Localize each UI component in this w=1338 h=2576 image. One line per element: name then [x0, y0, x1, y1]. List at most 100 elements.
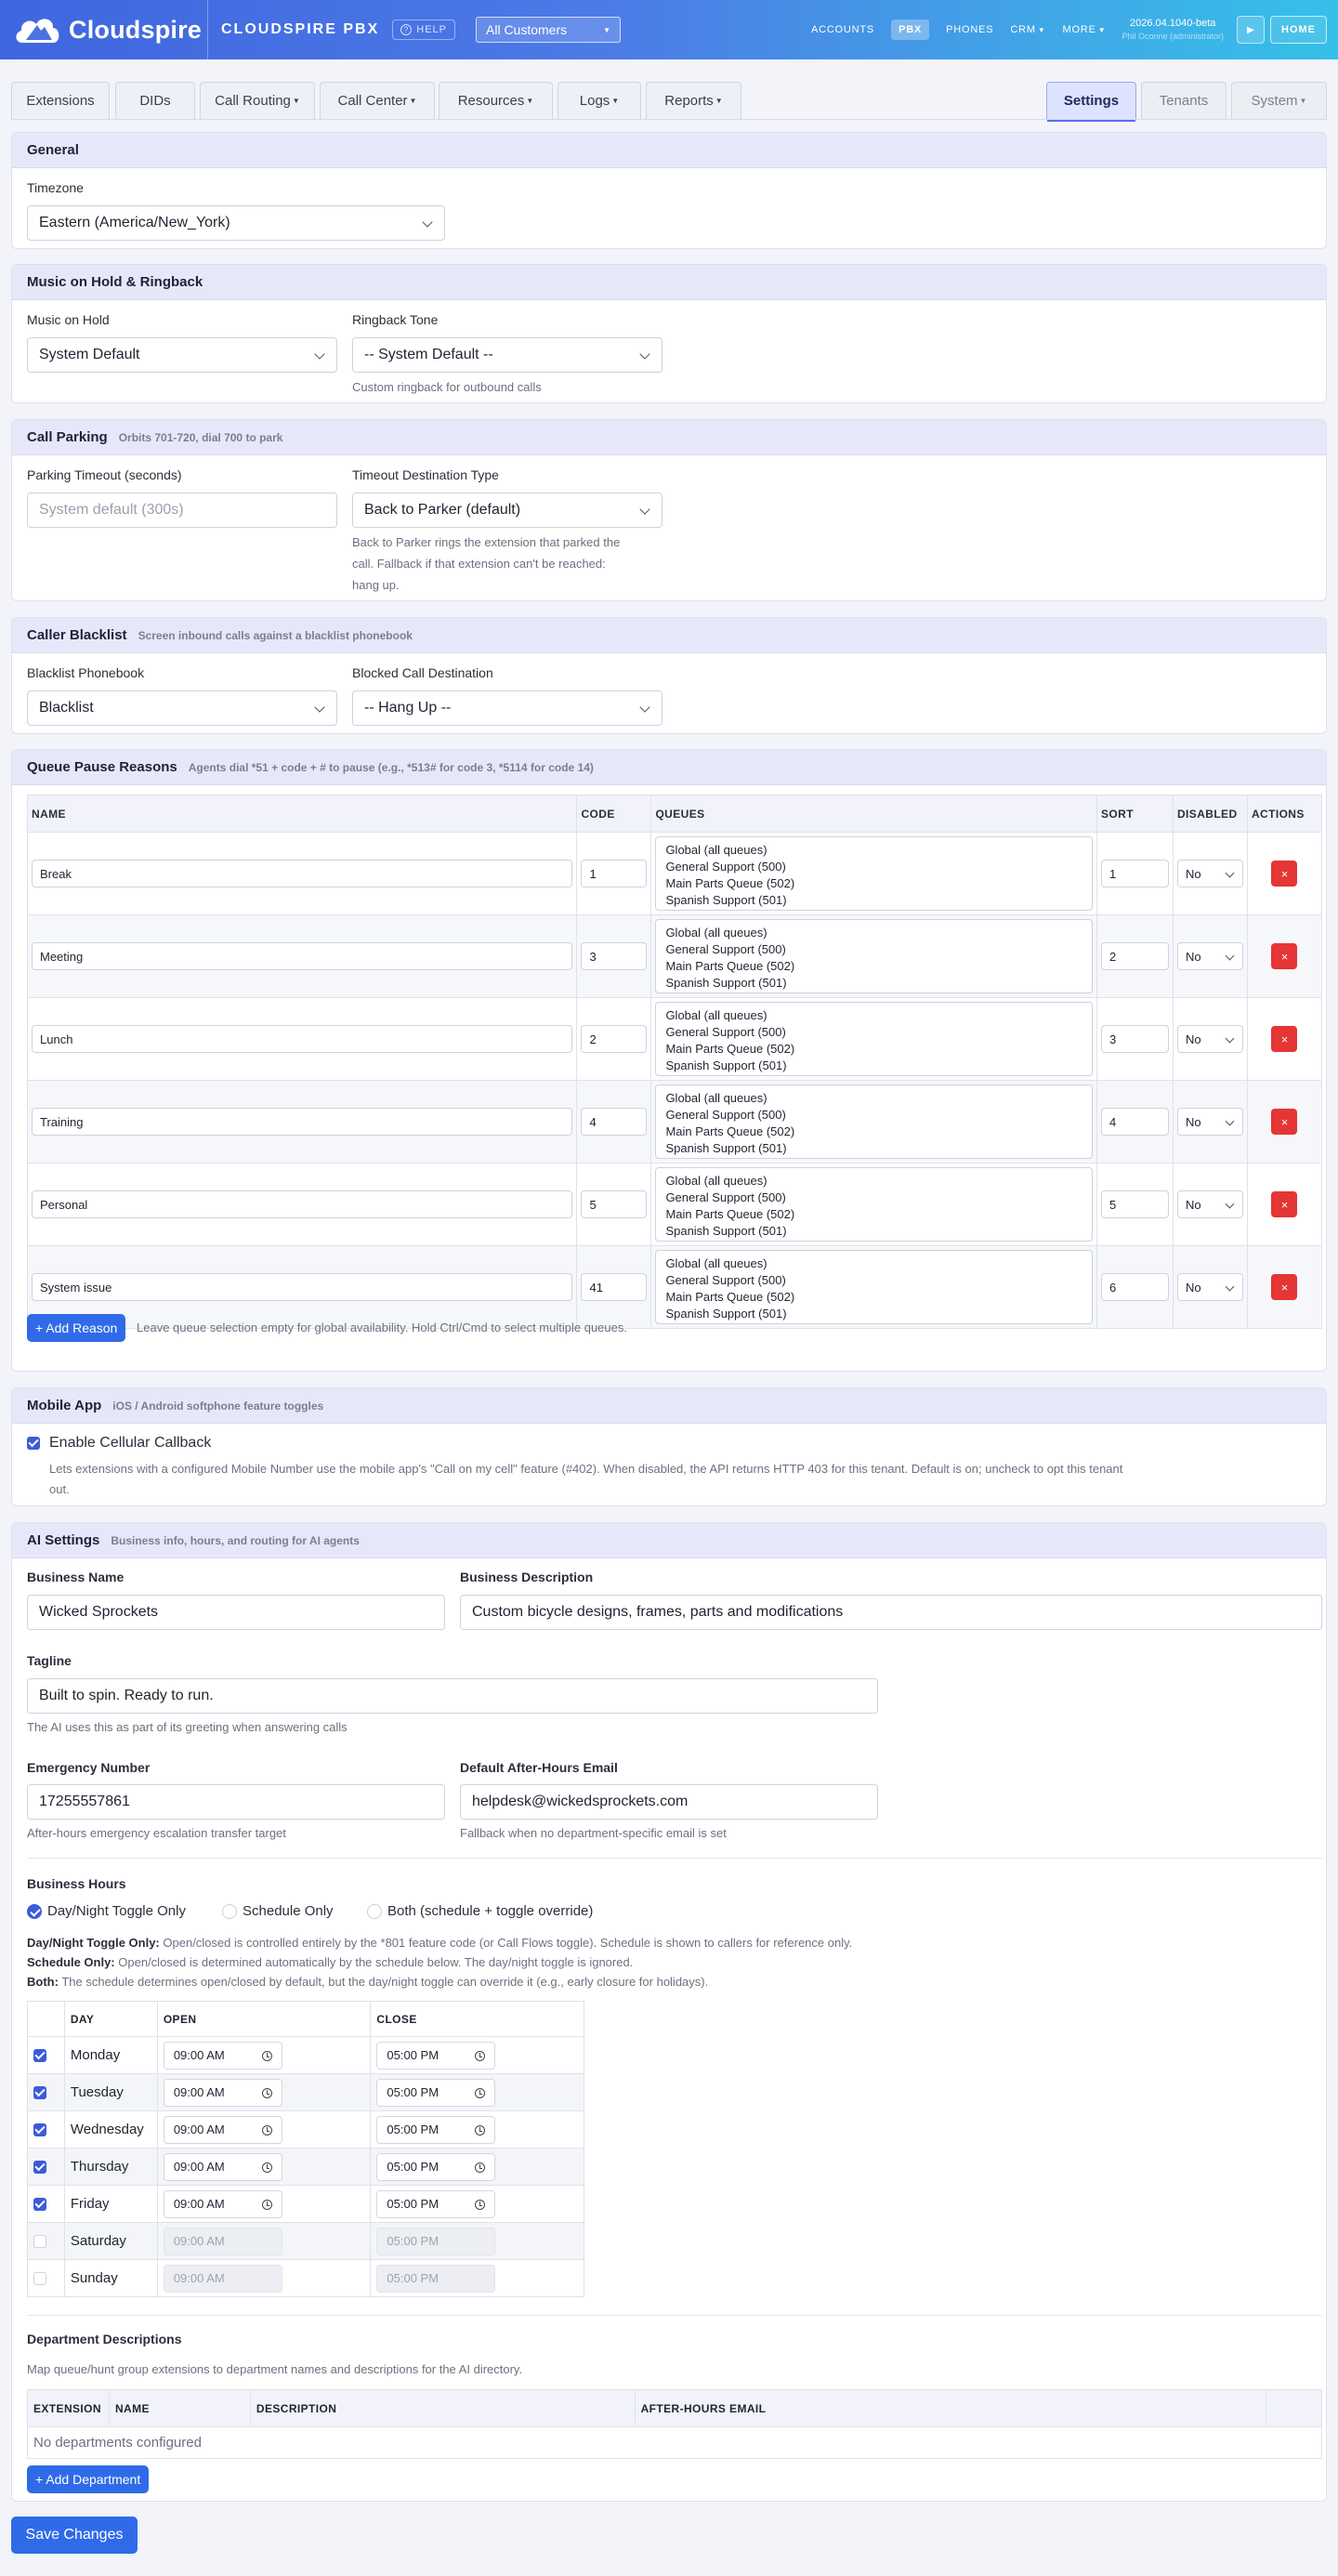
phonebook-select[interactable]: Blacklist: [27, 690, 337, 726]
reason-code-input[interactable]: 2: [581, 1025, 648, 1053]
delete-reason-button[interactable]: ×: [1271, 861, 1298, 887]
day-enabled-checkbox[interactable]: [33, 2161, 46, 2174]
close-time-input[interactable]: 05:00 PM: [376, 2152, 496, 2181]
nav-pbx[interactable]: PBX: [891, 20, 930, 40]
queue-option[interactable]: Main Parts Queue (502): [665, 875, 1082, 892]
cellular-callback-checkbox[interactable]: [27, 1437, 40, 1450]
queues-multiselect[interactable]: Global (all queues) General Support (500)…: [655, 1002, 1094, 1076]
day-enabled-checkbox[interactable]: [33, 2198, 46, 2211]
disabled-select[interactable]: No: [1176, 1108, 1243, 1136]
queue-option[interactable]: Spanish Support (501): [665, 1140, 1082, 1157]
open-time-input[interactable]: 09:00 AM: [163, 2115, 282, 2144]
queue-option[interactable]: General Support (500): [665, 1107, 1082, 1124]
day-enabled-checkbox[interactable]: [33, 2086, 46, 2099]
queue-option[interactable]: General Support (500): [665, 1189, 1082, 1206]
business-name-input[interactable]: Wicked Sprockets: [27, 1595, 445, 1630]
timezone-select[interactable]: Eastern (America/New_York): [27, 205, 445, 241]
close-time-input[interactable]: 05:00 PM: [376, 2115, 496, 2144]
queues-multiselect[interactable]: Global (all queues) General Support (500)…: [655, 1250, 1094, 1324]
sort-input[interactable]: 3: [1101, 1025, 1169, 1053]
close-time-input[interactable]: 05:00 PM: [376, 2264, 496, 2293]
open-time-input[interactable]: 09:00 AM: [163, 2041, 282, 2070]
sort-input[interactable]: 4: [1101, 1108, 1169, 1136]
tab-settings[interactable]: Settings: [1046, 82, 1136, 122]
parking-timeout-input[interactable]: System default (300s): [27, 493, 337, 528]
delete-reason-button[interactable]: ×: [1271, 1109, 1298, 1135]
tagline-input[interactable]: Built to spin. Ready to run.: [27, 1678, 878, 1714]
reason-name-input[interactable]: Lunch: [32, 1025, 573, 1053]
queue-option[interactable]: Global (all queues): [665, 1090, 1082, 1107]
logo[interactable]: Cloudspire: [0, 0, 208, 59]
queue-option[interactable]: General Support (500): [665, 1024, 1082, 1041]
sort-input[interactable]: 5: [1101, 1190, 1169, 1218]
queues-multiselect[interactable]: Global (all queues) General Support (500)…: [655, 1167, 1094, 1242]
close-time-input[interactable]: 05:00 PM: [376, 2041, 496, 2070]
delete-reason-button[interactable]: ×: [1271, 1191, 1298, 1217]
queue-option[interactable]: Global (all queues): [665, 925, 1082, 941]
disabled-select[interactable]: No: [1176, 1190, 1243, 1218]
day-enabled-checkbox[interactable]: [33, 2235, 46, 2248]
tab-logs[interactable]: Logs ▼: [558, 82, 641, 119]
reason-name-input[interactable]: Training: [32, 1108, 573, 1136]
close-time-input[interactable]: 05:00 PM: [376, 2189, 496, 2218]
day-enabled-checkbox[interactable]: [33, 2123, 46, 2136]
blocked-dest-select[interactable]: -- Hang Up --: [352, 690, 662, 726]
sort-input[interactable]: 1: [1101, 860, 1169, 887]
emergency-input[interactable]: 17255557861: [27, 1784, 445, 1820]
business-desc-input[interactable]: Custom bicycle designs, frames, parts an…: [460, 1595, 1322, 1630]
reason-name-input[interactable]: Meeting: [32, 942, 573, 970]
day-enabled-checkbox[interactable]: [33, 2049, 46, 2062]
sort-input[interactable]: 2: [1101, 942, 1169, 970]
timeout-dest-select[interactable]: Back to Parker (default): [352, 493, 662, 528]
open-time-input[interactable]: 09:00 AM: [163, 2189, 282, 2218]
disabled-select[interactable]: No: [1176, 1025, 1243, 1053]
reason-name-input[interactable]: Break: [32, 860, 573, 887]
add-department-button[interactable]: + Add Department: [27, 2465, 150, 2493]
delete-reason-button[interactable]: ×: [1271, 943, 1298, 969]
tab-system[interactable]: System ▼: [1231, 82, 1327, 119]
queues-multiselect[interactable]: Global (all queues) General Support (500)…: [655, 836, 1094, 911]
reason-code-input[interactable]: 1: [581, 860, 648, 887]
reason-code-input[interactable]: 41: [581, 1273, 648, 1301]
sort-input[interactable]: 6: [1101, 1273, 1169, 1301]
open-time-input[interactable]: 09:00 AM: [163, 2264, 282, 2293]
queue-option[interactable]: Spanish Support (501): [665, 975, 1082, 992]
tab-call-center[interactable]: Call Center ▼: [320, 82, 435, 119]
disabled-select[interactable]: No: [1176, 860, 1243, 887]
queue-option[interactable]: Global (all queues): [665, 1173, 1082, 1189]
close-time-input[interactable]: 05:00 PM: [376, 2078, 496, 2107]
queue-option[interactable]: Global (all queues): [665, 1007, 1082, 1024]
reason-code-input[interactable]: 5: [581, 1190, 648, 1218]
customer-select[interactable]: All Customers ▼: [476, 17, 621, 43]
queue-option[interactable]: Main Parts Queue (502): [665, 958, 1082, 975]
tab-resources[interactable]: Resources ▼: [439, 82, 553, 119]
tab-dids[interactable]: DIDs: [115, 82, 195, 119]
queue-option[interactable]: General Support (500): [665, 859, 1082, 875]
add-reason-button[interactable]: + Add Reason: [27, 1314, 126, 1342]
mode-schedule-radio[interactable]: [222, 1904, 237, 1919]
delete-reason-button[interactable]: ×: [1271, 1026, 1298, 1052]
reason-code-input[interactable]: 4: [581, 1108, 648, 1136]
queue-option[interactable]: Main Parts Queue (502): [665, 1206, 1082, 1223]
queue-option[interactable]: Spanish Support (501): [665, 1058, 1082, 1074]
queue-option[interactable]: Global (all queues): [665, 842, 1082, 859]
nav-phones[interactable]: PHONES: [946, 24, 993, 35]
tab-reports[interactable]: Reports ▼: [646, 82, 741, 119]
open-time-input[interactable]: 09:00 AM: [163, 2227, 282, 2255]
mode-daynight-radio[interactable]: [27, 1904, 42, 1919]
open-time-input[interactable]: 09:00 AM: [163, 2078, 282, 2107]
reason-name-input[interactable]: System issue: [32, 1273, 573, 1301]
moh-select[interactable]: System Default: [27, 337, 337, 373]
day-enabled-checkbox[interactable]: [33, 2272, 46, 2285]
nav-accounts[interactable]: ACCOUNTS: [811, 24, 874, 35]
queue-option[interactable]: General Support (500): [665, 1272, 1082, 1289]
email-input[interactable]: helpdesk@wickedsprockets.com: [460, 1784, 878, 1820]
home-button[interactable]: HOME: [1270, 16, 1327, 44]
reason-code-input[interactable]: 3: [581, 942, 648, 970]
queue-option[interactable]: Spanish Support (501): [665, 1306, 1082, 1322]
queue-option[interactable]: Main Parts Queue (502): [665, 1124, 1082, 1140]
disabled-select[interactable]: No: [1176, 942, 1243, 970]
queue-option[interactable]: Main Parts Queue (502): [665, 1289, 1082, 1306]
reason-name-input[interactable]: Personal: [32, 1190, 573, 1218]
delete-reason-button[interactable]: ×: [1271, 1274, 1298, 1300]
